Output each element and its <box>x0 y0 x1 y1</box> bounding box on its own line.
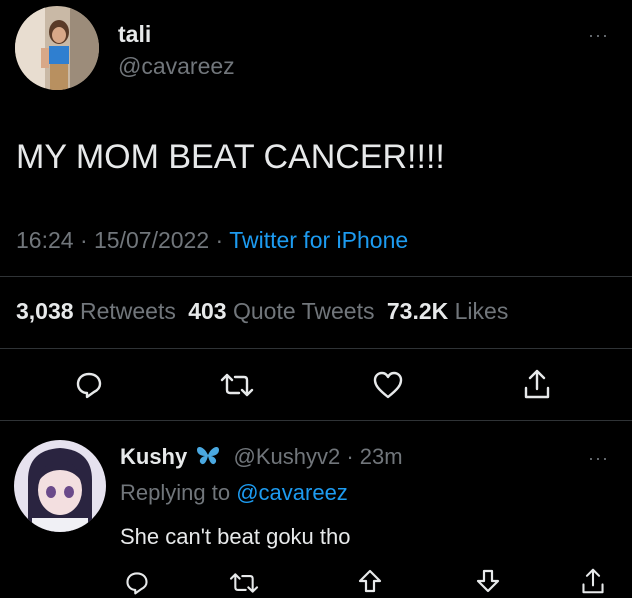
author-name[interactable]: tali <box>118 21 151 48</box>
author-handle[interactable]: @cavareez <box>118 53 235 80</box>
reply-author-name[interactable]: Kushy <box>120 444 187 469</box>
retweets-label: Retweets <box>79 298 176 324</box>
replying-to: Replying to @cavareez <box>120 480 348 506</box>
downvote-button[interactable] <box>473 566 503 596</box>
quotes-label: Quote Tweets <box>232 298 375 324</box>
more-options-icon[interactable]: ··· <box>588 26 609 44</box>
reply-author-avatar[interactable] <box>14 440 106 532</box>
tweet-text: MY MOM BEAT CANCER!!!! <box>16 138 445 176</box>
meta-separator: · <box>215 227 224 253</box>
tweet-source-link[interactable]: Twitter for iPhone <box>229 227 408 253</box>
tweet-meta: 16:24 · 15/07/2022 · Twitter for iPhone <box>16 227 408 254</box>
arrow-up-icon <box>358 569 382 593</box>
butterfly-icon <box>195 444 221 472</box>
reply-reply-button[interactable] <box>122 568 152 598</box>
reply-header: Kushy @Kushyv2 · 23m <box>120 444 403 472</box>
retweet-icon <box>220 373 254 397</box>
reply-author-handle[interactable]: @Kushyv2 <box>234 444 341 469</box>
reply-retweet-button[interactable] <box>226 568 262 598</box>
upvote-button[interactable] <box>355 566 385 596</box>
reply-more-options-icon[interactable]: ··· <box>588 449 609 467</box>
reply-icon <box>126 572 148 595</box>
heart-icon <box>373 371 403 399</box>
likes-label: Likes <box>454 298 509 324</box>
divider <box>0 420 632 421</box>
likes-stat[interactable]: 73.2K Likes <box>387 298 508 324</box>
quotes-count: 403 <box>188 298 227 324</box>
like-button[interactable] <box>370 368 406 402</box>
retweet-button[interactable] <box>217 368 257 402</box>
share-icon <box>524 369 550 399</box>
divider <box>0 348 632 349</box>
quotes-stat[interactable]: 403 Quote Tweets <box>188 298 381 324</box>
share-icon <box>582 568 604 594</box>
tweet-date: 15/07/2022 <box>94 227 210 253</box>
replying-handle-link[interactable]: @cavareez <box>236 480 348 505</box>
tweet-stats: 3,038 Retweets 403 Quote Tweets 73.2K Li… <box>16 298 508 325</box>
tweet-time: 16:24 <box>16 227 74 253</box>
author-avatar[interactable] <box>15 6 99 90</box>
retweets-count: 3,038 <box>16 298 74 324</box>
reply-icon <box>76 372 102 399</box>
reply-button[interactable] <box>72 368 106 402</box>
retweet-icon <box>229 573 259 593</box>
replying-prefix: Replying to <box>120 480 231 505</box>
reply-age[interactable]: 23m <box>360 444 403 469</box>
reply-share-button[interactable] <box>578 566 608 596</box>
reply-separator: · <box>346 444 354 469</box>
arrow-down-icon <box>476 569 500 593</box>
meta-separator: · <box>79 227 88 253</box>
divider <box>0 276 632 277</box>
likes-count: 73.2K <box>386 298 449 324</box>
reply-text: She can't beat goku tho <box>120 524 351 549</box>
retweets-stat[interactable]: 3,038 Retweets <box>16 298 182 324</box>
share-button[interactable] <box>520 366 554 402</box>
